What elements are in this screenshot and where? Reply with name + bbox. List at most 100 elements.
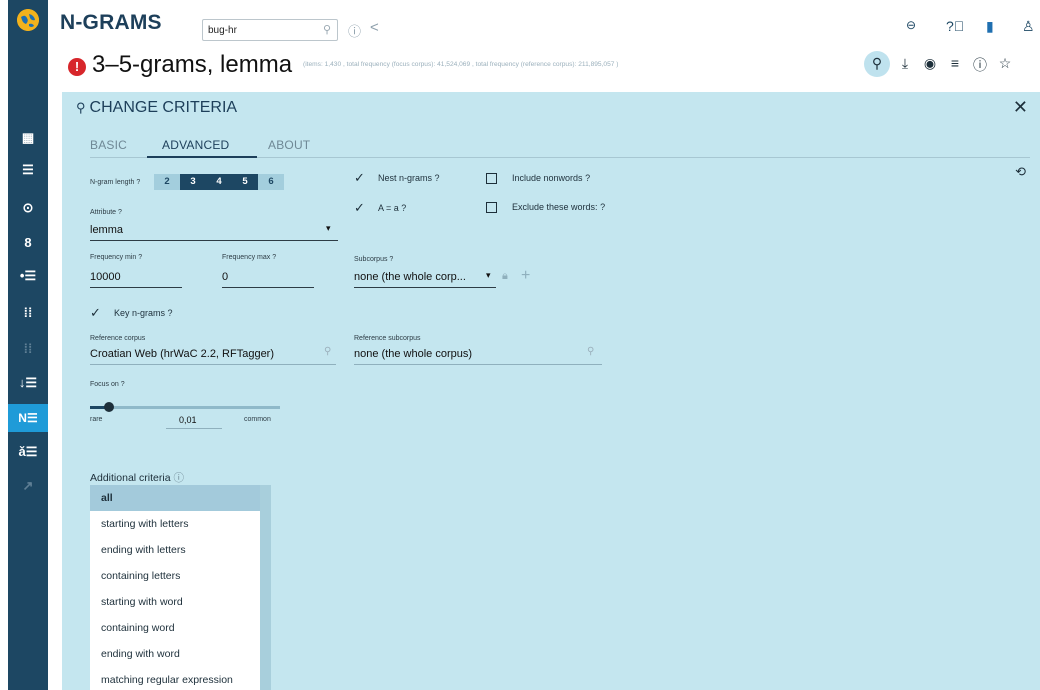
frequency-max-underline bbox=[222, 287, 314, 288]
focus-min-label: rare bbox=[90, 416, 103, 423]
include-nonwords-label: Include nonwords ? bbox=[512, 173, 591, 183]
panel-title: ⚲ CHANGE CRITERIA bbox=[76, 99, 237, 117]
search-icon[interactable]: ⚲ bbox=[323, 23, 331, 36]
reference-subcorpus-label: Reference subcorpus bbox=[354, 335, 421, 342]
criteria-option-all[interactable]: all bbox=[90, 485, 260, 511]
eye-icon[interactable]: ◉ bbox=[921, 55, 939, 72]
ngram-length-6[interactable]: 6 bbox=[258, 174, 284, 190]
change-criteria-panel: ⚲ CHANGE CRITERIA ✕ BASIC ADVANCED ABOUT … bbox=[62, 92, 1040, 690]
criteria-option-containing-letters[interactable]: containing letters bbox=[90, 563, 260, 589]
include-nonwords-checkbox[interactable] bbox=[486, 173, 497, 184]
additional-criteria-label: Additional criteria ⓘ bbox=[90, 472, 184, 484]
criteria-option-ending-word[interactable]: ending with word bbox=[90, 641, 260, 667]
dropdown-arrow-icon[interactable]: ▾ bbox=[326, 223, 331, 234]
target-icon[interactable]: ⊙ bbox=[8, 194, 48, 222]
lock-icon[interactable]: 🔒︎ bbox=[502, 270, 508, 283]
dropdown-arrow-icon[interactable]: ▾ bbox=[486, 270, 491, 281]
thesaurus-icon[interactable]: 8 bbox=[8, 228, 48, 256]
criteria-option-starting-word[interactable]: starting with word bbox=[90, 589, 260, 615]
frequency-min-label: Frequency min ? bbox=[90, 254, 143, 261]
focus-max-label: common bbox=[244, 416, 271, 423]
window-edge bbox=[0, 0, 8, 690]
focus-value-input[interactable]: 0,01 bbox=[179, 415, 197, 425]
frequency-max-input[interactable]: 0 bbox=[222, 271, 228, 283]
user-icon[interactable]: ♙ bbox=[1022, 18, 1035, 35]
error-icon: ! bbox=[68, 58, 86, 76]
word-list-icon[interactable]: •☰ bbox=[8, 262, 48, 290]
search-icon: ⚲ bbox=[76, 100, 86, 115]
filter-icon[interactable]: ≡ bbox=[946, 55, 964, 71]
exclude-words-checkbox[interactable] bbox=[486, 202, 497, 213]
subcorpus-select[interactable]: none (the whole corp... bbox=[354, 271, 466, 283]
criteria-option-regex[interactable]: matching regular expression bbox=[90, 667, 260, 690]
close-icon[interactable]: ✕ bbox=[1013, 97, 1028, 118]
subcorpus-label: Subcorpus ? bbox=[354, 256, 394, 263]
info-icon[interactable]: ⓘ bbox=[971, 55, 989, 75]
dashboard-icon[interactable]: ▦ bbox=[8, 124, 48, 152]
app: ▦ ☰ ⊙ 8 •☰ ⁞⁞ ⁞⁞ ↓☰ N☰ ǎ☰ ↗ N-GRAMS ⚲ ⓘ … bbox=[0, 0, 1040, 690]
ngram-length-4[interactable]: 4 bbox=[206, 174, 232, 190]
focus-value-underline bbox=[166, 428, 222, 429]
ngram-length-2[interactable]: 2 bbox=[154, 174, 180, 190]
exclude-words-label: Exclude these words: ? bbox=[512, 202, 606, 212]
reference-corpus-underline bbox=[90, 364, 336, 365]
focus-slider-handle[interactable] bbox=[104, 402, 114, 412]
reference-subcorpus-input[interactable]: none (the whole corpus) bbox=[354, 348, 472, 360]
help-icon[interactable]: ⓘ bbox=[173, 472, 184, 484]
criteria-option-ending-letters[interactable]: ending with letters bbox=[90, 537, 260, 563]
corpus-selector[interactable]: ⚲ bbox=[202, 19, 338, 41]
concordance-icon[interactable]: ☰ bbox=[8, 156, 48, 184]
result-title: 3–5-grams, lemma bbox=[92, 51, 293, 78]
reference-corpus-input[interactable]: Croatian Web (hrWaC 2.2, RFTagger) bbox=[90, 348, 274, 360]
app-logo-icon[interactable] bbox=[17, 9, 39, 31]
frequency-min-underline bbox=[90, 287, 182, 288]
subcorpus-underline bbox=[354, 287, 496, 288]
tab-advanced[interactable]: ADVANCED bbox=[162, 138, 229, 152]
link-icon[interactable]: ⊖ bbox=[906, 18, 916, 32]
corpus-search-input[interactable] bbox=[203, 20, 311, 41]
star-icon[interactable]: ☆ bbox=[996, 55, 1014, 72]
search-icon[interactable]: ⚲ bbox=[587, 346, 594, 357]
help-icon[interactable]: ?⃝ bbox=[946, 18, 964, 34]
attribute-underline bbox=[90, 240, 338, 241]
key-ngrams-label: Key n-grams ? bbox=[114, 308, 173, 318]
additional-criteria-list[interactable]: all starting with letters ending with le… bbox=[90, 485, 271, 690]
a-equals-a-check-icon[interactable]: ✓ bbox=[354, 200, 365, 216]
attribute-select[interactable]: lemma bbox=[90, 224, 123, 236]
sidebar: ▦ ☰ ⊙ 8 •☰ ⁞⁞ ⁞⁞ ↓☰ N☰ ǎ☰ ↗ bbox=[8, 0, 48, 690]
a-equals-a-label: A = a ? bbox=[378, 203, 407, 213]
info-icon[interactable]: ⓘ bbox=[348, 21, 361, 40]
reset-icon[interactable]: ⟲ bbox=[1015, 164, 1026, 180]
reference-subcorpus-underline bbox=[354, 364, 602, 365]
focus-on-label: Focus on ? bbox=[90, 381, 125, 388]
criteria-option-starting-letters[interactable]: starting with letters bbox=[90, 511, 260, 537]
keywords-icon[interactable]: ⁞⁞ bbox=[8, 298, 48, 326]
ngram-length-3[interactable]: 3 bbox=[180, 174, 206, 190]
add-icon[interactable]: + bbox=[521, 267, 530, 285]
sort-icon[interactable]: ↓☰ bbox=[8, 369, 48, 397]
nest-ngrams-label: Nest n-grams ? bbox=[378, 173, 440, 183]
active-tab-indicator bbox=[147, 156, 257, 158]
nest-ngrams-check-icon[interactable]: ✓ bbox=[354, 170, 365, 186]
focus-slider-track[interactable] bbox=[90, 406, 280, 409]
download-icon[interactable]: ⤓ bbox=[896, 55, 914, 72]
result-stats: (items: 1,430 , total frequency (focus c… bbox=[303, 61, 619, 68]
header: N-GRAMS ⚲ ⓘ < ⊖ ?⃝ ▮ ♙ ! 3–5-grams, lemm… bbox=[48, 0, 1040, 92]
tab-bar: BASIC ADVANCED ABOUT bbox=[90, 136, 1030, 158]
ngram-length-5[interactable]: 5 bbox=[232, 174, 258, 190]
search-icon[interactable]: ⚲ bbox=[324, 346, 331, 357]
share-icon[interactable]: < bbox=[370, 19, 379, 36]
frequency-max-label: Frequency max ? bbox=[222, 254, 277, 261]
panel-title-text: CHANGE CRITERIA bbox=[89, 99, 238, 116]
feedback-icon[interactable]: ▮ bbox=[986, 18, 994, 35]
tab-about[interactable]: ABOUT bbox=[268, 138, 310, 152]
ngrams-nav-icon[interactable]: N☰ bbox=[8, 404, 48, 432]
parallel-icon[interactable]: ǎ☰ bbox=[8, 438, 48, 466]
diff-icon: ⁞⁞ bbox=[23, 340, 33, 356]
frequency-min-input[interactable]: 10000 bbox=[90, 271, 121, 283]
tab-basic[interactable]: BASIC bbox=[90, 138, 127, 152]
search-icon[interactable]: ⚲ bbox=[868, 55, 886, 72]
key-ngrams-check-icon[interactable]: ✓ bbox=[90, 305, 101, 321]
reference-corpus-label: Reference corpus bbox=[90, 335, 146, 342]
criteria-option-containing-word[interactable]: containing word bbox=[90, 615, 260, 641]
